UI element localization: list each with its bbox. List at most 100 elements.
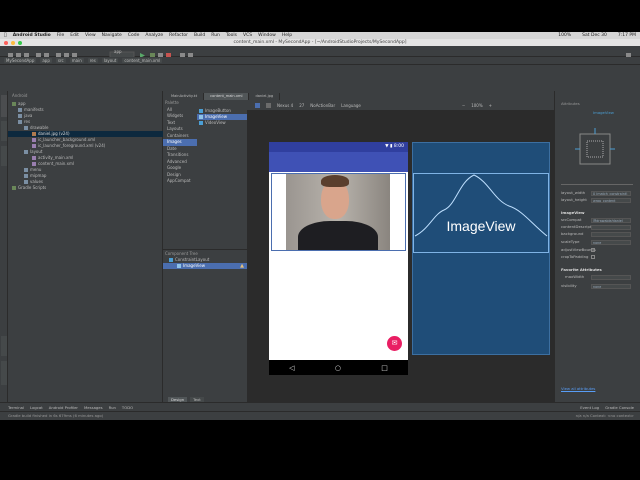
window-controls bbox=[4, 40, 22, 45]
video-view-icon bbox=[199, 121, 203, 125]
layout-height-field[interactable]: wrap_content bbox=[591, 198, 631, 203]
menu-view[interactable]: View bbox=[85, 33, 96, 38]
run-tool-button[interactable]: Run bbox=[109, 405, 116, 410]
date-label: Sat Dec 30 bbox=[582, 33, 607, 38]
constraint-widget[interactable] bbox=[575, 128, 615, 173]
menu-navigate[interactable]: Navigate bbox=[102, 33, 122, 38]
zoom-in-icon[interactable]: + bbox=[489, 103, 492, 108]
minimize-window-button[interactable] bbox=[11, 40, 15, 45]
status-right: n/a n/a Context: <no context> bbox=[575, 413, 634, 418]
menu-analyze[interactable]: Analyze bbox=[145, 33, 163, 38]
menu-window[interactable]: Window bbox=[258, 33, 276, 38]
breadcrumb-res[interactable]: res bbox=[87, 58, 98, 63]
breadcrumb-project[interactable]: MySecondApp bbox=[4, 58, 37, 63]
close-window-button[interactable] bbox=[4, 40, 8, 45]
recents-icon[interactable]: □ bbox=[381, 364, 388, 372]
menu-refactor[interactable]: Refactor bbox=[169, 33, 188, 38]
warning-icon[interactable]: ▲ bbox=[240, 263, 244, 269]
event-log-button[interactable]: Event Log bbox=[580, 405, 599, 410]
menu-edit[interactable]: Edit bbox=[70, 33, 79, 38]
menu-tools[interactable]: Tools bbox=[226, 33, 237, 38]
build-variants-tool-button[interactable] bbox=[1, 361, 7, 385]
api-select[interactable]: 27 bbox=[299, 103, 304, 108]
back-icon[interactable]: ◁ bbox=[289, 364, 294, 372]
breadcrumb-main[interactable]: main bbox=[69, 58, 84, 63]
tab-daniel-jpg[interactable]: daniel.jpg bbox=[249, 93, 281, 100]
tree-row-label: ic_launcher_background.xml bbox=[38, 137, 96, 142]
language-select[interactable]: Language bbox=[341, 103, 361, 108]
apple-icon[interactable]:  bbox=[4, 33, 7, 38]
device-select[interactable]: Nexus 4 bbox=[277, 103, 293, 108]
menu-app[interactable]: Android Studio bbox=[13, 33, 51, 38]
zoom-out-icon[interactable]: − bbox=[462, 103, 465, 108]
tree-row-label: app bbox=[18, 101, 26, 106]
srccompat-field[interactable]: @drawable/daniel bbox=[591, 218, 631, 223]
tree-row-imageview[interactable]: ImageView ▲ bbox=[163, 263, 247, 269]
messages-tool-button[interactable]: Messages bbox=[84, 405, 103, 410]
design-toolbar: Nexus 4 27 NoActionBar Language − 100% + bbox=[247, 100, 554, 110]
menu-code[interactable]: Code bbox=[128, 33, 140, 38]
attr-label-srccompat: srcCompat bbox=[561, 217, 582, 222]
menu-vcs[interactable]: VCS bbox=[243, 33, 252, 38]
visibility-select[interactable]: none bbox=[591, 284, 631, 289]
time-label: 7:17 PM bbox=[617, 33, 636, 38]
folder-icon bbox=[24, 174, 28, 178]
mail-fab[interactable]: ✉ bbox=[387, 336, 402, 351]
theme-select[interactable]: NoActionBar bbox=[310, 103, 335, 108]
xml-file-icon bbox=[32, 162, 36, 166]
battery-icon: ▮ bbox=[389, 144, 393, 149]
scaletype-select[interactable]: none bbox=[591, 240, 631, 245]
structure-tool-button[interactable] bbox=[1, 121, 7, 141]
palette-categories: Palette All Widgets Text Layouts Contain… bbox=[163, 100, 197, 245]
maxwidth-field[interactable] bbox=[591, 275, 631, 280]
contentdescription-field[interactable] bbox=[591, 225, 631, 230]
zoom-level: 100% bbox=[471, 102, 483, 108]
menu-run[interactable]: Run bbox=[211, 33, 220, 38]
breadcrumb-file[interactable]: content_main.xml bbox=[122, 58, 163, 63]
layout-width-field[interactable]: 0 (match_constraint) bbox=[591, 191, 631, 196]
breadcrumb-app[interactable]: app bbox=[40, 58, 52, 63]
home-icon[interactable]: ○ bbox=[335, 364, 341, 372]
gradle-console-button[interactable]: Gradle Console bbox=[605, 405, 634, 410]
breadcrumb-layout[interactable]: layout bbox=[101, 58, 119, 63]
adjustviewbounds-checkbox[interactable] bbox=[591, 248, 595, 252]
tree-row-label: daniel.jpg (v24) bbox=[38, 131, 70, 136]
design-mode-icon[interactable] bbox=[255, 102, 260, 108]
tree-row-ic-launcher-foreground[interactable]: ic_launcher_foreground.xml (v24) bbox=[32, 143, 105, 149]
palette-category-appcompat[interactable]: AppCompat bbox=[163, 178, 197, 185]
breadcrumb-src[interactable]: src bbox=[55, 58, 66, 63]
favorites-tool-button[interactable] bbox=[1, 336, 7, 356]
tab-mainactivity[interactable]: MainActivity.kt bbox=[165, 93, 205, 100]
palette-item-videoview[interactable]: VideoView bbox=[197, 120, 247, 126]
folder-icon bbox=[18, 120, 22, 124]
tab-content-main[interactable]: content_main.xml bbox=[204, 93, 250, 100]
attributes-component: ImageView bbox=[593, 110, 614, 115]
tree-row-label: menu bbox=[30, 167, 42, 172]
todo-tool-button[interactable]: TODO bbox=[122, 405, 133, 410]
menu-help[interactable]: Help bbox=[282, 33, 292, 38]
tree-row-gradle-scripts[interactable]: Gradle Scripts bbox=[12, 185, 46, 191]
croptopadding-checkbox[interactable] bbox=[591, 255, 595, 259]
orientation-icon[interactable] bbox=[266, 102, 271, 108]
zoom-window-button[interactable] bbox=[18, 40, 22, 45]
window-title: content_main.xml - MySecondApp - [~/Andr… bbox=[233, 40, 407, 45]
bias-slider[interactable] bbox=[561, 184, 633, 185]
blueprint-imageview[interactable] bbox=[413, 173, 549, 253]
blueprint-preview: ImageView bbox=[412, 142, 550, 355]
background-field[interactable] bbox=[591, 232, 631, 237]
view-all-attributes-link[interactable]: View all attributes bbox=[561, 386, 595, 392]
project-tool-button[interactable] bbox=[1, 95, 7, 117]
menu-file[interactable]: File bbox=[57, 33, 65, 38]
captures-tool-button[interactable] bbox=[1, 146, 7, 166]
palette-item-label: ImageButton bbox=[205, 108, 231, 113]
logcat-tool-button[interactable]: Logcat bbox=[30, 405, 43, 410]
image-view-icon bbox=[199, 115, 203, 119]
profiler-tool-button[interactable]: Android Profiler bbox=[49, 405, 78, 410]
component-label: ImageView bbox=[183, 263, 206, 268]
attr-label-layout-height: layout_height bbox=[561, 197, 587, 202]
project-view-dropdown[interactable]: Android bbox=[12, 93, 27, 99]
attr-label-maxwidth: maxWidth bbox=[565, 274, 585, 279]
tree-row-label: res bbox=[24, 119, 31, 124]
menu-build[interactable]: Build bbox=[194, 33, 205, 38]
terminal-tool-button[interactable]: Terminal bbox=[8, 405, 24, 410]
